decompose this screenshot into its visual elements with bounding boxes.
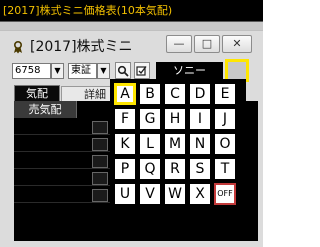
price-cell: [92, 155, 108, 168]
board-row-divider: [14, 134, 110, 135]
letter-key-t[interactable]: T: [214, 158, 236, 180]
letter-key-b[interactable]: B: [139, 83, 161, 105]
close-icon: ✕: [232, 37, 242, 50]
inner-window-title: [2017]株式ミニ: [30, 39, 133, 55]
tab-detail-label: 詳細: [84, 88, 106, 101]
letter-key-s[interactable]: S: [189, 158, 211, 180]
stock-name-display: ソニー: [156, 62, 223, 79]
letter-key-k[interactable]: K: [114, 133, 136, 155]
tab-kehai[interactable]: 気配: [14, 85, 60, 101]
market-select[interactable]: 東証: [68, 63, 97, 79]
letter-key-r[interactable]: R: [164, 158, 186, 180]
letter-key-a[interactable]: A: [114, 83, 136, 105]
letter-key-p[interactable]: P: [114, 158, 136, 180]
minimize-button[interactable]: —: [166, 35, 192, 53]
letter-key-d[interactable]: D: [189, 83, 211, 105]
letter-key-i[interactable]: I: [189, 108, 211, 130]
sell-quote-header: 売気配: [14, 101, 77, 118]
letter-key-e[interactable]: E: [214, 83, 236, 105]
letter-key-c[interactable]: C: [164, 83, 186, 105]
code-dropdown-button[interactable]: ▼: [51, 63, 64, 79]
letter-key-q[interactable]: Q: [139, 158, 161, 180]
outer-window-title: [2017]株式ミニ価格表(10本気配): [3, 4, 173, 17]
ribbon-icon: [12, 40, 24, 54]
window-gap: [0, 22, 263, 30]
letter-key-h[interactable]: H: [164, 108, 186, 130]
board-row-divider: [14, 185, 110, 186]
outer-title-bar[interactable]: [2017]株式ミニ価格表(10本気配): [0, 0, 263, 22]
market-dropdown-button[interactable]: ▼: [97, 63, 110, 79]
chevron-down-icon: ▼: [54, 66, 61, 75]
letter-key-x[interactable]: X: [189, 183, 211, 205]
maximize-icon: □: [201, 37, 213, 50]
letter-key-j[interactable]: J: [214, 108, 236, 130]
letter-key-o[interactable]: O: [214, 133, 236, 155]
letter-key-m[interactable]: M: [164, 133, 186, 155]
search-icon: [117, 65, 129, 77]
letter-key-g[interactable]: G: [139, 108, 161, 130]
price-cell: [92, 138, 108, 151]
letter-key-v[interactable]: V: [139, 183, 161, 205]
stock-code-field[interactable]: 6758: [12, 63, 51, 79]
close-button[interactable]: ✕: [222, 35, 252, 53]
board-row-divider: [14, 202, 110, 203]
chevron-down-icon: ▼: [100, 66, 107, 75]
letter-off-key[interactable]: OFF: [214, 183, 236, 205]
maximize-button[interactable]: □: [194, 35, 220, 53]
minimize-icon: —: [173, 37, 185, 50]
board-row-divider: [14, 151, 110, 152]
tab-detail[interactable]: 詳細: [61, 86, 113, 101]
letter-key-u[interactable]: U: [114, 183, 136, 205]
checkbox-edit-icon: [136, 66, 147, 76]
price-cell: [92, 172, 108, 185]
edit-button[interactable]: [134, 62, 150, 79]
letter-key-n[interactable]: N: [189, 133, 211, 155]
price-cell: [92, 189, 108, 202]
letter-key-f[interactable]: F: [114, 108, 136, 130]
price-cell: [92, 121, 108, 134]
letter-key-l[interactable]: L: [139, 133, 161, 155]
letter-picker-popup: A B C D E F G H I J K L M N O P Q R S T U V W X OFF: [110, 79, 246, 215]
letter-key-w[interactable]: W: [164, 183, 186, 205]
search-button[interactable]: [115, 62, 131, 79]
board-row-divider: [14, 168, 110, 169]
